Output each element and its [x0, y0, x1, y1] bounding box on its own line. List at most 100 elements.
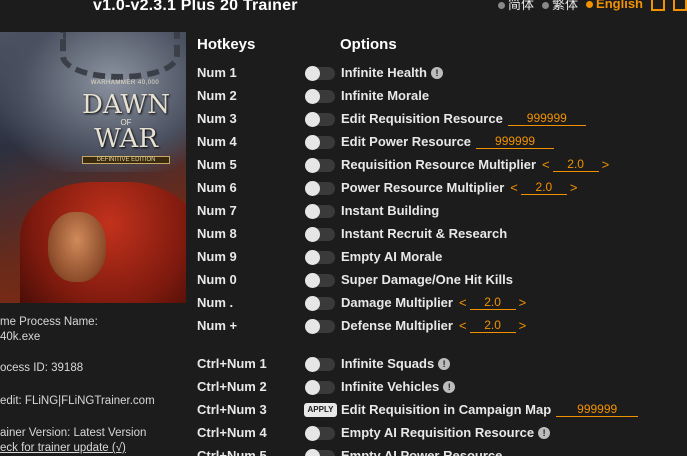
option-text: Infinite Health: [341, 65, 427, 80]
option-text: Empty AI Requisition Resource: [341, 425, 535, 440]
option-text: Requisition Resource Multiplier: [341, 157, 537, 172]
option-label: Requisition Resource Multiplier <2.0 >: [341, 157, 612, 172]
toggle-knob: [305, 449, 320, 456]
option-row: Num 5 Requisition Resource Multiplier <2.0…: [197, 155, 687, 175]
option-toggle[interactable]: [305, 319, 335, 334]
option-label: Power Resource Multiplier <2.0 >: [341, 180, 580, 195]
option-row: Ctrl+Num 5 Empty AI Power Resource: [197, 446, 687, 456]
option-toggle[interactable]: [305, 380, 335, 395]
hotkey-label: Num 3: [197, 111, 237, 126]
lang-option-english[interactable]: English: [586, 0, 643, 11]
increase-arrow-icon[interactable]: >: [570, 180, 578, 195]
option-row: Num 7 Instant Building: [197, 201, 687, 221]
option-row: Num + Defense Multiplier <2.0 >: [197, 316, 687, 336]
toggle-knob: [305, 112, 320, 127]
option-toggle[interactable]: [305, 158, 335, 173]
option-row: Num 2 Infinite Morale: [197, 86, 687, 106]
hotkey-label: Num .: [197, 295, 234, 310]
hotkey-label: Num +: [197, 318, 238, 333]
window-title: v1.0-v2.3.1 Plus 20 Trainer: [93, 0, 298, 14]
option-text: Empty AI Morale: [341, 249, 443, 264]
option-label: Instant Building: [341, 203, 439, 218]
value-input[interactable]: 999999: [476, 134, 555, 149]
info-icon[interactable]: !: [438, 357, 451, 370]
option-text: Empty AI Power Resource: [341, 448, 503, 456]
option-toggle[interactable]: [305, 89, 335, 104]
decrease-arrow-icon[interactable]: <: [459, 318, 467, 333]
option-toggle[interactable]: [305, 426, 335, 441]
toggle-knob: [305, 227, 320, 242]
option-toggle[interactable]: [305, 357, 335, 372]
option-toggle[interactable]: [305, 449, 335, 456]
value-input[interactable]: 999999: [556, 402, 639, 417]
hotkey-label: Num 7: [197, 203, 237, 218]
option-toggle[interactable]: [305, 273, 335, 288]
cover-title-line3: WAR: [94, 124, 158, 154]
option-toggle[interactable]: [305, 296, 335, 311]
credit: edit: FLiNG|FLiNGTrainer.com: [0, 395, 155, 407]
option-label: Infinite Health!: [341, 65, 443, 80]
options-header: Options: [340, 36, 397, 53]
option-toggle[interactable]: [305, 112, 335, 127]
hotkey-label: Num 1: [197, 65, 237, 80]
process-id: ocess ID: 39188: [0, 362, 84, 374]
hotkey-label: Ctrl+Num 2: [197, 379, 267, 394]
value-input[interactable]: 999999: [507, 111, 586, 126]
option-text: Infinite Morale: [341, 88, 430, 103]
hotkey-label: Ctrl+Num 1: [197, 356, 267, 371]
increase-arrow-icon[interactable]: >: [602, 157, 610, 172]
multiplier-value[interactable]: 2.0: [520, 180, 567, 195]
option-label: Empty AI Requisition Resource!: [341, 425, 551, 440]
option-row: Num 1 Infinite Health!: [197, 63, 687, 83]
option-row: Num 3 Edit Requisition Resource 999999: [197, 109, 687, 129]
info-icon[interactable]: !: [430, 66, 443, 79]
option-label: Defense Multiplier <2.0 >: [341, 318, 529, 333]
close-icon[interactable]: [673, 0, 687, 11]
decrease-arrow-icon[interactable]: <: [542, 157, 550, 172]
update-link[interactable]: eck for trainer update (√): [0, 442, 126, 454]
cover-title-line1: DAWN: [81, 90, 171, 120]
multiplier-value[interactable]: 2.0: [552, 157, 599, 172]
toggle-knob: [305, 273, 320, 288]
title-bar: v1.0-v2.3.1 Plus 20 Trainer 简体 繁体 Englis…: [0, 0, 687, 22]
gear-icon: [60, 32, 180, 80]
info-icon[interactable]: !: [443, 380, 456, 393]
hotkey-label: Num 2: [197, 88, 237, 103]
multiplier-value[interactable]: 2.0: [469, 318, 516, 333]
hotkey-label: Num 4: [197, 134, 237, 149]
option-toggle[interactable]: [305, 66, 335, 81]
toggle-knob: [305, 158, 320, 173]
toggle-knob: [305, 89, 320, 104]
hotkey-label: Num 0: [197, 272, 237, 287]
option-label: Infinite Morale: [341, 88, 429, 103]
hotkey-label: Num 5: [197, 157, 237, 172]
option-row: Num 0 Super Damage/One Hit Kills: [197, 270, 687, 290]
option-label: Damage Multiplier <2.0 >: [341, 295, 529, 310]
decrease-arrow-icon[interactable]: <: [459, 295, 467, 310]
multiplier-value[interactable]: 2.0: [469, 295, 516, 310]
cover-edition: DEFINITIVE EDITION: [82, 156, 170, 164]
radio-icon: [542, 2, 550, 9]
option-toggle[interactable]: [305, 181, 335, 196]
apply-button[interactable]: APPLY: [304, 403, 337, 417]
info-icon[interactable]: !: [538, 426, 551, 439]
option-toggle[interactable]: [305, 204, 335, 219]
option-row: Num . Damage Multiplier <2.0 >: [197, 293, 687, 313]
option-row: Ctrl+Num 2 Infinite Vehicles!: [197, 377, 687, 397]
increase-arrow-icon[interactable]: >: [519, 295, 527, 310]
lang-option-traditional[interactable]: 繁体: [542, 0, 578, 13]
option-text: Edit Power Resource: [341, 134, 472, 149]
minimize-icon[interactable]: [651, 0, 665, 11]
toggle-knob: [305, 296, 320, 311]
process-name-label: me Process Name:: [0, 316, 98, 328]
option-toggle[interactable]: [305, 135, 335, 150]
option-row: Ctrl+Num 4 Empty AI Requisition Resource!: [197, 423, 687, 443]
increase-arrow-icon[interactable]: >: [519, 318, 527, 333]
process-name-value: 40k.exe: [0, 331, 41, 343]
option-toggle[interactable]: [305, 250, 335, 265]
option-text: Infinite Squads: [341, 356, 435, 371]
option-label: Super Damage/One Hit Kills: [341, 272, 513, 287]
option-toggle[interactable]: [305, 227, 335, 242]
decrease-arrow-icon[interactable]: <: [510, 180, 518, 195]
lang-option-simplified[interactable]: 简体: [498, 0, 534, 13]
